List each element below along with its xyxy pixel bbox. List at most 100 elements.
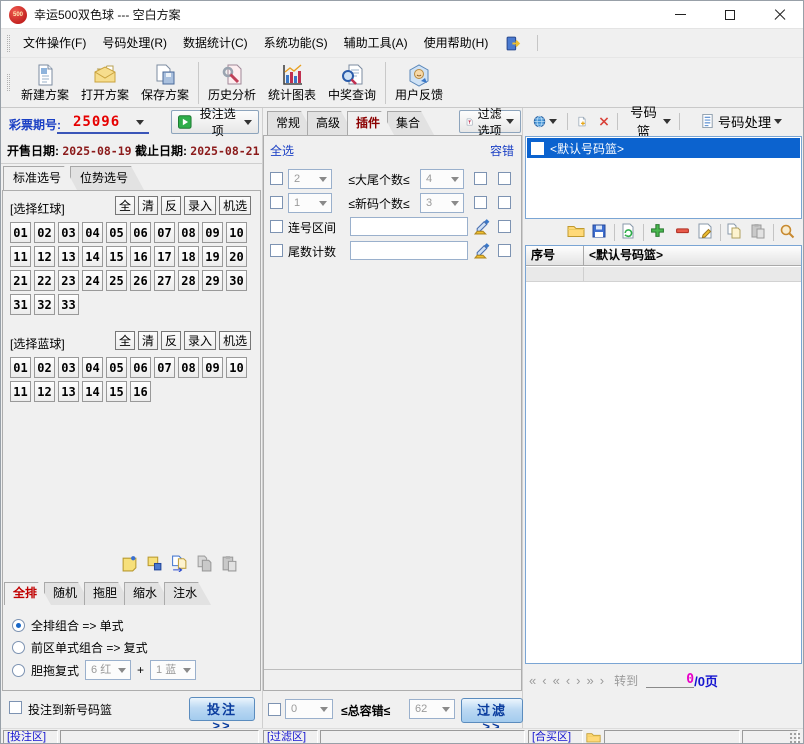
edit-row-button[interactable] [697, 223, 715, 241]
menu-item[interactable]: 辅助工具(A) [336, 29, 416, 57]
red-ball[interactable]: 13 [58, 246, 79, 267]
total-tolerance-min-select[interactable]: 0 [285, 699, 333, 719]
red-action-button[interactable]: 全 [115, 196, 135, 215]
recycle-button[interactable] [620, 223, 638, 241]
resize-grip[interactable] [790, 733, 801, 744]
number-basket-button[interactable]: 号码篮 [621, 110, 677, 132]
blue-ball[interactable]: 04 [82, 357, 103, 378]
basket-list-item-selected[interactable]: <默认号码篮> [527, 138, 800, 158]
tab-plugin[interactable]: 插件 [347, 111, 394, 135]
remove-row-button[interactable] [675, 223, 693, 241]
serial-range-input[interactable] [350, 217, 468, 236]
red-action-button[interactable]: 反 [161, 196, 181, 215]
red-ball[interactable]: 20 [226, 246, 247, 267]
red-ball[interactable]: 16 [130, 246, 151, 267]
red-ball[interactable]: 27 [154, 270, 175, 291]
prize-query-button[interactable]: 中奖查询 [322, 59, 382, 106]
red-ball[interactable]: 25 [106, 270, 127, 291]
bigtail-tolerance-checkbox[interactable] [498, 172, 511, 185]
menu-item[interactable]: 数据统计(C) [175, 29, 256, 57]
paste-button-disabled[interactable] [221, 555, 238, 572]
blue-ball[interactable]: 12 [34, 381, 55, 402]
tab-full-permutation[interactable]: 全排 [4, 582, 51, 605]
tab-drag-dan[interactable]: 拖胆 [84, 582, 131, 605]
pager-nav-button[interactable]: » [587, 673, 594, 688]
blue-ball[interactable]: 10 [226, 357, 247, 378]
blue-ball[interactable]: 11 [10, 381, 31, 402]
filter-options-button[interactable]: 过滤选项 [459, 110, 521, 133]
radio-front-single[interactable] [12, 641, 25, 654]
red-ball[interactable]: 17 [154, 246, 175, 267]
blue-ball[interactable]: 02 [34, 357, 55, 378]
red-ball[interactable]: 01 [10, 222, 31, 243]
menu-item[interactable]: 号码处理(R) [94, 29, 175, 57]
bigtail-flag-checkbox[interactable] [474, 172, 487, 185]
newcode-flag-checkbox[interactable] [474, 196, 487, 209]
tail-count-checkbox[interactable] [270, 244, 283, 257]
newcode-max-select[interactable]: 3 [420, 193, 464, 213]
red-ball[interactable]: 29 [202, 270, 223, 291]
serial-range-checkbox[interactable] [270, 220, 283, 233]
red-ball[interactable]: 32 [34, 294, 55, 315]
red-ball[interactable]: 22 [34, 270, 55, 291]
tab-random[interactable]: 随机 [44, 582, 91, 605]
red-ball[interactable]: 19 [202, 246, 223, 267]
blue-ball[interactable]: 03 [58, 357, 79, 378]
tail-count-input[interactable] [350, 241, 468, 260]
basket-item-checkbox[interactable] [531, 142, 544, 155]
newcode-min-select[interactable]: 1 [288, 193, 332, 213]
new-plan-button[interactable]: 新建方案 [15, 59, 75, 106]
newcode-enable-checkbox[interactable] [270, 196, 283, 209]
tab-advanced[interactable]: 高级 [307, 111, 354, 135]
blue-ball[interactable]: 14 [82, 381, 103, 402]
pager-nav-button[interactable]: ‹ [566, 673, 570, 688]
paste-rows-button[interactable] [750, 223, 768, 241]
red-ball[interactable]: 02 [34, 222, 55, 243]
red-ball[interactable]: 24 [82, 270, 103, 291]
blue-ball[interactable]: 07 [154, 357, 175, 378]
menu-item[interactable]: 文件操作(F) [15, 29, 94, 57]
tolerance-link[interactable]: 容错 [490, 142, 514, 159]
group-folder-button[interactable] [584, 730, 603, 744]
pager-nav-button[interactable]: ‹ [542, 673, 546, 688]
red-ball[interactable]: 28 [178, 270, 199, 291]
menu-item[interactable]: 系统功能(S) [256, 29, 336, 57]
blue-ball[interactable]: 01 [10, 357, 31, 378]
tab-collection[interactable]: 集合 [387, 111, 434, 135]
close-button[interactable] [757, 1, 803, 28]
tab-position-pick[interactable]: 位势选号 [70, 166, 144, 190]
blue-action-button[interactable]: 清 [138, 331, 158, 350]
tab-shrink[interactable]: 缩水 [124, 582, 171, 605]
red-ball[interactable]: 33 [58, 294, 79, 315]
red-action-button[interactable]: 机选 [219, 196, 251, 215]
save-basket-button[interactable] [591, 223, 609, 241]
move-pages-button[interactable] [171, 555, 188, 572]
issue-combobox[interactable]: 25096 [57, 111, 149, 134]
column-header-index[interactable]: 序号 [526, 246, 584, 265]
open-plan-button[interactable]: 打开方案 [75, 59, 135, 106]
blue-action-button[interactable]: 反 [161, 331, 181, 350]
bet-to-new-basket-checkbox[interactable] [9, 701, 22, 714]
serial-range-tolerance-checkbox[interactable] [498, 220, 511, 233]
sticky-note-button[interactable] [121, 555, 138, 572]
copy-button-disabled[interactable] [196, 555, 213, 572]
radio-full-combo[interactable] [12, 619, 25, 632]
blue-action-button[interactable]: 录入 [184, 331, 216, 350]
red-ball[interactable]: 31 [10, 294, 31, 315]
open-basket-button[interactable] [567, 223, 585, 241]
serial-range-edit-button[interactable] [474, 218, 491, 235]
pager-nav-button[interactable]: « [529, 673, 536, 688]
tab-inflate[interactable]: 注水 [164, 582, 211, 605]
red-ball[interactable]: 11 [10, 246, 31, 267]
tab-normal[interactable]: 常规 [267, 111, 314, 135]
blue-ball[interactable]: 16 [130, 381, 151, 402]
filter-button[interactable]: 过滤 >> [461, 698, 523, 723]
total-tolerance-max-select[interactable]: 62 [409, 699, 455, 719]
delete-basket-button[interactable] [593, 110, 615, 132]
red-ball[interactable]: 15 [106, 246, 127, 267]
number-process-button[interactable]: 号码处理 [683, 110, 799, 132]
tail-count-tolerance-checkbox[interactable] [498, 244, 511, 257]
total-tolerance-checkbox[interactable] [268, 703, 281, 716]
blue-ball[interactable]: 15 [106, 381, 127, 402]
blue-ball[interactable]: 09 [202, 357, 223, 378]
